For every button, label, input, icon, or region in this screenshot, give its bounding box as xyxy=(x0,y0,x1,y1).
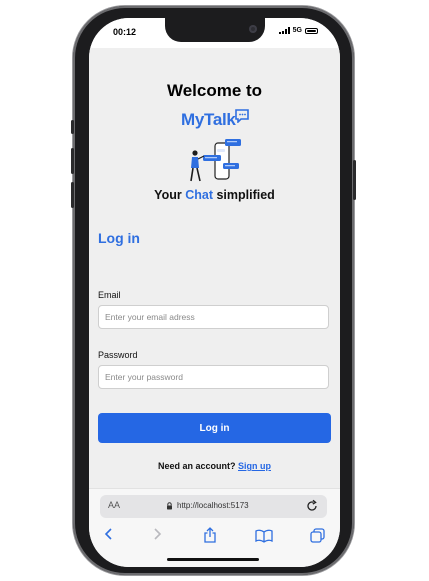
chat-bubble-logo-icon xyxy=(235,109,249,123)
address-bar[interactable]: AA http://localhost:5173 xyxy=(100,495,327,518)
login-title: Log in xyxy=(98,230,140,246)
side-button-silent xyxy=(71,120,74,134)
status-time: 00:12 xyxy=(113,27,137,37)
url-text: http://localhost:5173 xyxy=(177,501,249,510)
tagline: Your Chat simplified xyxy=(89,188,340,202)
home-indicator xyxy=(167,558,259,561)
status-indicators: 5G xyxy=(278,27,318,34)
password-field[interactable] xyxy=(98,365,329,389)
side-button-volume-down xyxy=(71,182,74,208)
battery-icon xyxy=(305,27,318,34)
browser-toolbar xyxy=(89,527,340,547)
reload-icon[interactable] xyxy=(305,499,319,513)
signal-icon xyxy=(278,27,290,34)
network-label: 5G xyxy=(292,27,302,34)
email-field[interactable] xyxy=(98,305,329,329)
app-content: Welcome to MyTalk Your Chat simplified L… xyxy=(89,48,340,488)
signup-prompt: Need an account? Sign up xyxy=(89,461,340,471)
browser-bar: AA http://localhost:5173 xyxy=(89,488,340,567)
forward-chevron-icon[interactable] xyxy=(151,527,163,541)
side-button-volume-up xyxy=(71,148,74,174)
tagline-prefix: Your xyxy=(154,188,186,202)
back-chevron-icon[interactable] xyxy=(103,527,115,541)
password-label: Password xyxy=(98,350,138,360)
bookmarks-icon[interactable] xyxy=(255,529,273,543)
phone-screen: 00:12 5G Welcome to MyTalk Your Chat sim… xyxy=(89,18,340,567)
email-label: Email xyxy=(98,290,121,300)
signup-link[interactable]: Sign up xyxy=(238,461,271,471)
tagline-suffix: simplified xyxy=(212,188,275,202)
camera-icon xyxy=(249,25,257,33)
chat-illustration-icon xyxy=(190,139,241,182)
tagline-accent: Chat xyxy=(185,188,213,202)
signup-prompt-text: Need an account? xyxy=(157,461,238,471)
brand-logo-text: MyTalk xyxy=(181,110,236,129)
lock-icon xyxy=(167,501,172,509)
reader-text-size-button[interactable]: AA xyxy=(108,500,120,510)
side-button-power xyxy=(353,160,356,200)
share-icon[interactable] xyxy=(203,527,217,543)
login-button[interactable]: Log in xyxy=(98,413,331,443)
tabs-icon[interactable] xyxy=(310,528,325,543)
welcome-heading: Welcome to xyxy=(166,81,263,100)
url-display: http://localhost:5173 xyxy=(166,501,249,510)
notch xyxy=(165,18,265,42)
